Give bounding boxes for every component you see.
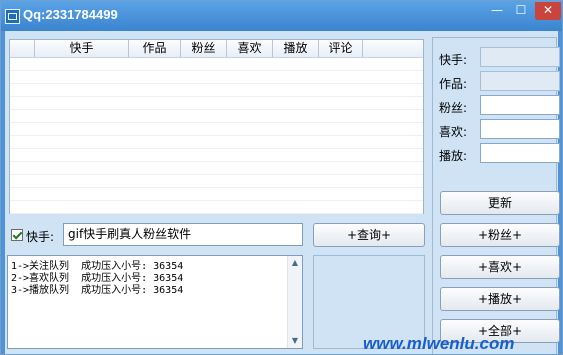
field-label-kuaishou: 快手: <box>439 53 468 67</box>
column-likes[interactable]: 喜欢 <box>227 40 273 57</box>
add-likes-button[interactable]: +喜欢+ <box>440 255 560 279</box>
column-works[interactable]: 作品 <box>129 40 181 57</box>
column-comments[interactable]: 评论 <box>319 40 363 57</box>
minimize-button[interactable]: — <box>487 2 507 20</box>
scroll-down-icon[interactable]: ▼ <box>288 334 302 348</box>
table-row <box>10 175 423 188</box>
kuaishou-checkbox[interactable] <box>11 229 23 241</box>
table-row <box>10 58 423 71</box>
log-line: 3->播放队列 成功压入小号: 36354 <box>11 285 184 296</box>
table-row <box>10 201 423 214</box>
field-label-works: 作品: <box>439 77 468 91</box>
kuaishou-id-input[interactable]: gif快手刷真人粉丝软件 <box>63 223 303 246</box>
kuaishou-label: 快手: <box>26 230 55 244</box>
table-row <box>10 149 423 162</box>
table-header: 快手 作品 粉丝 喜欢 播放 评论 <box>10 40 423 58</box>
title-bar[interactable]: Qq:2331784499 — ☐ ✕ <box>1 1 562 31</box>
add-fans-button[interactable]: +粉丝+ <box>440 223 560 247</box>
kuaishou-field <box>480 47 560 67</box>
table-row <box>10 136 423 149</box>
likes-field[interactable] <box>480 119 560 139</box>
add-plays-button[interactable]: +播放+ <box>440 287 560 311</box>
table-row <box>10 188 423 201</box>
log-scrollbar[interactable]: ▲ ▼ <box>287 256 302 348</box>
table-row <box>10 110 423 123</box>
column-plays[interactable]: 播放 <box>273 40 319 57</box>
column-spacer <box>10 40 35 57</box>
close-button[interactable]: ✕ <box>535 2 561 20</box>
column-kuaishou[interactable]: 快手 <box>35 40 129 57</box>
field-label-plays: 播放: <box>439 149 468 163</box>
app-window: Qq:2331784499 — ☐ ✕ 快手 作品 粉丝 喜欢 播放 评论 快手… <box>0 0 563 355</box>
table-row <box>10 71 423 84</box>
query-button[interactable]: +查询+ <box>313 223 425 247</box>
maximize-button[interactable]: ☐ <box>510 2 532 20</box>
table-row <box>10 84 423 97</box>
column-fans[interactable]: 粉丝 <box>181 40 227 57</box>
fans-field[interactable] <box>480 95 560 115</box>
works-field <box>480 71 560 91</box>
plays-field[interactable] <box>480 143 560 163</box>
window-title: Qq:2331784499 <box>23 7 118 22</box>
field-label-likes: 喜欢: <box>439 125 468 139</box>
scroll-up-icon[interactable]: ▲ <box>288 256 302 270</box>
watermark: www.mlwenlu.com <box>363 334 515 353</box>
log-output[interactable]: 1->关注队列 成功压入小号: 36354 2->喜欢队列 成功压入小号: 36… <box>7 255 303 349</box>
table-row <box>10 97 423 110</box>
update-button[interactable]: 更新 <box>440 191 560 215</box>
app-icon <box>5 9 20 24</box>
window-border-left <box>1 31 5 354</box>
table-row <box>10 123 423 136</box>
results-table[interactable]: 快手 作品 粉丝 喜欢 播放 评论 <box>9 39 424 214</box>
field-label-fans: 粉丝: <box>439 101 468 115</box>
table-row <box>10 162 423 175</box>
